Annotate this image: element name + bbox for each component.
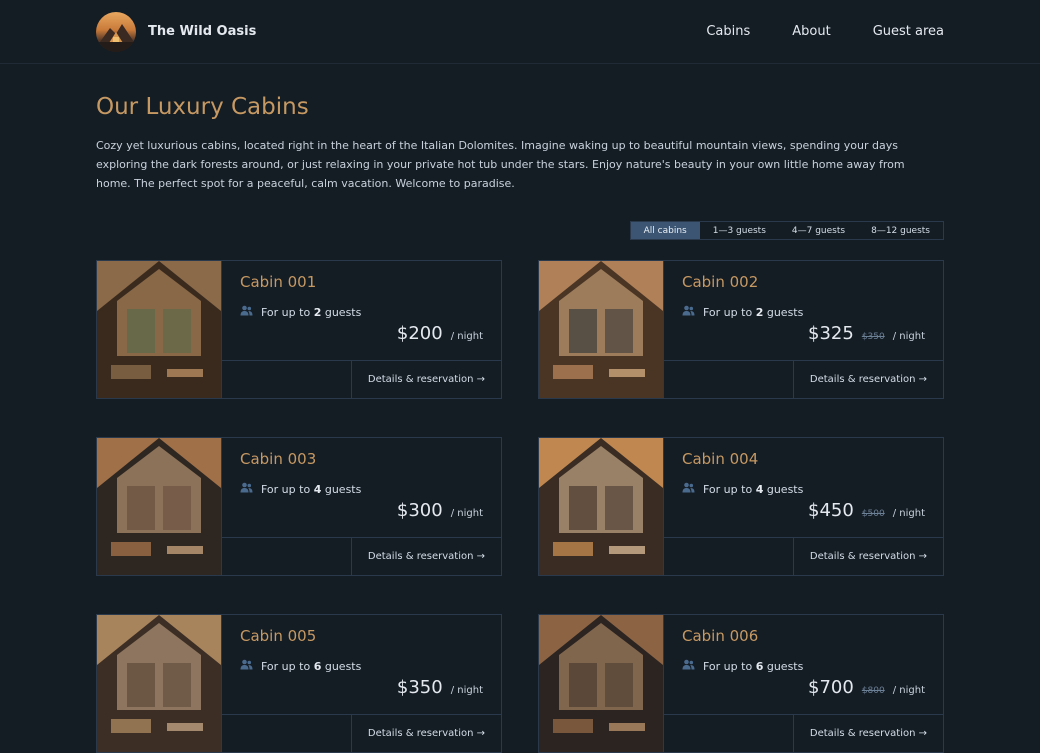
cabin-info: Cabin 002 For up to 2 guests $325 $350 /… [664,261,943,398]
cabin-price: $325 $350 / night [808,323,925,344]
logo-icon [96,11,136,52]
per-night: / night [450,508,483,519]
filter-bar: All cabins 1—3 guests 4—7 guests 8—12 gu… [96,221,944,240]
cabin-image [539,615,664,752]
per-night: / night [892,331,925,342]
cabin-price: $200 / night [397,323,483,344]
capacity-text: For up to 6 guests [703,659,804,673]
filter-4-7-guests[interactable]: 4—7 guests [779,222,858,239]
users-icon [240,305,253,319]
nav-about[interactable]: About [792,24,830,39]
price-original: $500 [861,509,885,519]
price-current: $700 [808,677,854,698]
cabin-name: Cabin 005 [240,627,317,645]
brand-name: The Wild Oasis [148,24,257,39]
cabin-name: Cabin 002 [682,273,759,291]
cabin-card-6: Cabin 006 For up to 6 guests $700 $800 /… [538,614,944,753]
cabin-image [539,438,664,575]
capacity-text: For up to 2 guests [703,305,804,319]
cabin-card-4: Cabin 004 For up to 4 guests $450 $500 /… [538,437,944,576]
per-night: / night [892,685,925,696]
cabin-image [97,615,222,752]
users-icon [682,659,695,673]
per-night: / night [450,331,483,342]
cabin-card-2: Cabin 002 For up to 2 guests $325 $350 /… [538,260,944,399]
price-current: $300 [396,500,443,521]
per-night: / night [450,685,483,696]
cabin-name: Cabin 003 [240,450,317,468]
cabin-name: Cabin 001 [240,273,317,291]
cabin-capacity: For up to 2 guests [240,305,483,319]
filter-8-12-guests[interactable]: 8—12 guests [858,222,943,239]
cabin-info: Cabin 006 For up to 6 guests $700 $800 /… [664,615,943,752]
site-header: The Wild Oasis Cabins About Guest area [0,0,1040,64]
cabin-image [539,261,664,398]
main-nav: Cabins About Guest area [706,24,944,39]
filter-all-cabins[interactable]: All cabins [630,222,700,239]
details-reservation-link[interactable]: Details & reservation → [350,715,501,752]
nav-guest-area[interactable]: Guest area [873,24,944,39]
details-reservation-link[interactable]: Details & reservation → [792,361,943,398]
capacity-text: For up to 6 guests [261,659,362,673]
page-title: Our Luxury Cabins [96,94,309,120]
cabin-capacity: For up to 6 guests [682,659,925,673]
filter-1-3-guests[interactable]: 1—3 guests [700,222,779,239]
main-content: Our Luxury Cabins Cozy yet luxurious cab… [0,94,1040,753]
cabin-info: Cabin 004 For up to 4 guests $450 $500 /… [664,438,943,575]
cabin-capacity: For up to 2 guests [682,305,925,319]
price-original: $800 [861,686,885,696]
cabin-image [97,438,222,575]
nav-cabins[interactable]: Cabins [706,24,750,39]
cabin-price: $300 / night [397,500,483,521]
capacity-text: For up to 4 guests [261,482,362,496]
users-icon [240,659,253,673]
page-intro: Cozy yet luxurious cabins, located right… [96,139,905,190]
price-original: $350 [861,332,885,342]
cabin-price: $350 / night [397,677,483,698]
details-reservation-link[interactable]: Details & reservation → [350,538,501,575]
cabin-list: Cabin 001 For up to 2 guests $200 / nigh… [96,260,944,753]
cabin-capacity: For up to 4 guests [240,482,483,496]
price-current: $325 [808,323,854,344]
cabin-name: Cabin 006 [682,627,759,645]
cabin-card-1: Cabin 001 For up to 2 guests $200 / nigh… [96,260,502,399]
price-current: $200 [396,323,443,344]
users-icon [240,482,253,496]
cabin-card-3: Cabin 003 For up to 4 guests $300 / nigh… [96,437,502,576]
cabin-capacity: For up to 4 guests [682,482,925,496]
cabin-info: Cabin 003 For up to 4 guests $300 / nigh… [222,438,501,575]
users-icon [682,305,695,319]
capacity-text: For up to 4 guests [703,482,804,496]
details-reservation-link[interactable]: Details & reservation → [350,361,501,398]
capacity-text: For up to 2 guests [261,305,362,319]
cabin-capacity: For up to 6 guests [240,659,483,673]
cabin-info: Cabin 001 For up to 2 guests $200 / nigh… [222,261,501,398]
price-current: $450 [808,500,854,521]
cabin-price: $450 $500 / night [808,500,925,521]
per-night: / night [892,508,925,519]
cabin-info: Cabin 005 For up to 6 guests $350 / nigh… [222,615,501,752]
users-icon [682,482,695,496]
cabin-card-5: Cabin 005 For up to 6 guests $350 / nigh… [96,614,502,753]
cabin-image [97,261,222,398]
price-current: $350 [396,677,443,698]
details-reservation-link[interactable]: Details & reservation → [792,538,943,575]
brand[interactable]: The Wild Oasis [96,11,257,52]
cabin-price: $700 $800 / night [808,677,925,698]
details-reservation-link[interactable]: Details & reservation → [792,715,943,752]
capacity-filter: All cabins 1—3 guests 4—7 guests 8—12 gu… [629,221,944,240]
cabin-name: Cabin 004 [682,450,759,468]
